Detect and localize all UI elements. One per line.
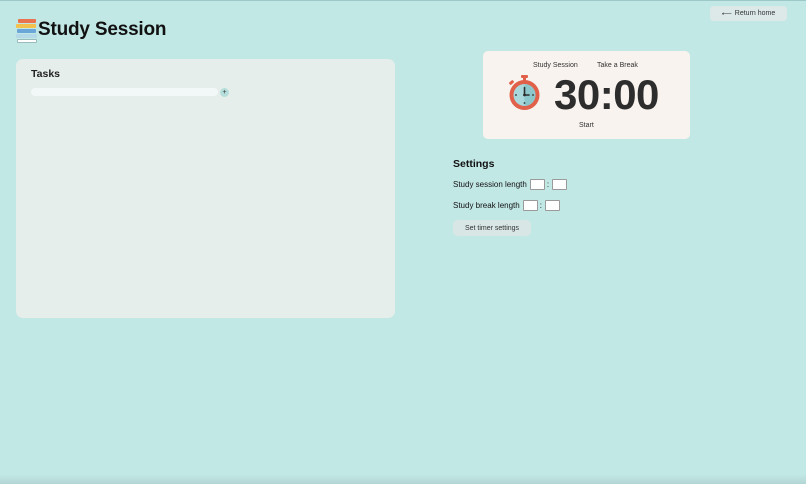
- time-separator: :: [539, 201, 542, 210]
- return-home-button[interactable]: ⟵ Return home: [710, 6, 787, 21]
- start-button[interactable]: Start: [579, 122, 594, 129]
- tasks-panel: Tasks +: [16, 59, 395, 318]
- study-minutes-input[interactable]: [529, 179, 545, 190]
- bottom-shadow: [0, 474, 806, 484]
- add-task-button[interactable]: +: [220, 88, 229, 97]
- return-home-label: Return home: [734, 10, 776, 17]
- settings-section: Settings Study session length : Study br…: [453, 158, 568, 236]
- break-length-row: Study break length :: [453, 200, 560, 211]
- tab-study-session[interactable]: Study Session: [533, 62, 578, 69]
- study-length-label: Study session length: [453, 180, 527, 189]
- settings-title: Settings: [453, 158, 495, 170]
- arrow-left-icon: ⟵: [721, 10, 732, 18]
- timer-card: Study Session Take a Break 30:00 Start: [483, 51, 690, 139]
- page-header: Study Session: [16, 15, 167, 45]
- set-timer-settings-button[interactable]: Set timer settings: [453, 220, 531, 236]
- stopwatch-icon: [509, 75, 540, 110]
- time-separator: :: [546, 180, 550, 189]
- book-stack-icon: [16, 19, 38, 45]
- timer-display: 30:00: [554, 71, 659, 118]
- study-seconds-input[interactable]: [552, 179, 568, 190]
- break-seconds-input[interactable]: [544, 200, 560, 211]
- study-length-row: Study session length :: [453, 179, 568, 190]
- tasks-title: Tasks: [31, 68, 60, 80]
- new-task-input[interactable]: [31, 88, 218, 96]
- break-length-label: Study break length: [453, 201, 520, 210]
- tab-take-a-break[interactable]: Take a Break: [597, 62, 638, 69]
- page-title: Study Session: [38, 19, 167, 40]
- study-session-page: Study Session ⟵ Return home Tasks + Stud…: [0, 0, 806, 484]
- break-minutes-input[interactable]: [522, 200, 538, 211]
